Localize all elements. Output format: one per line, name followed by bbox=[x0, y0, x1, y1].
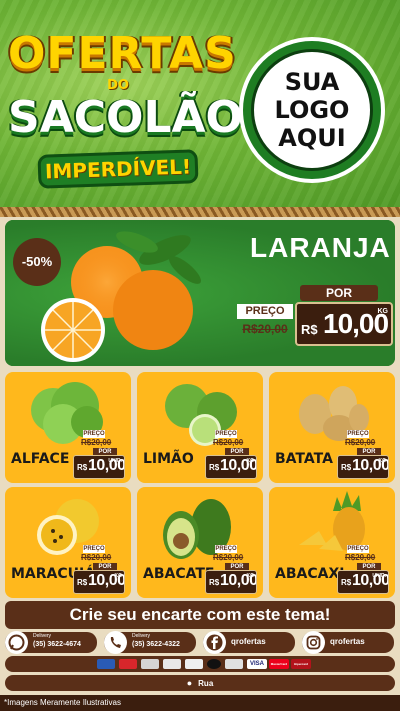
title-do: DO bbox=[107, 78, 129, 93]
logo-placeholder[interactable]: SUA LOGO AQUI bbox=[239, 37, 385, 183]
preco-label: PREÇO bbox=[215, 545, 237, 553]
contact-label: Delivery bbox=[132, 633, 151, 639]
title-ofertas: OFERTAS bbox=[8, 28, 237, 79]
featured-por-label: POR bbox=[300, 285, 378, 301]
orange-image bbox=[41, 231, 201, 362]
product-name: ALFACE bbox=[11, 451, 70, 467]
price-box: R$ 10,00 UNID. bbox=[73, 455, 125, 479]
product-card-abacate[interactable]: ABACATE PREÇO R$20,00 POR R$ 10,00 KG bbox=[137, 487, 263, 598]
facebook-icon bbox=[203, 631, 226, 654]
payment-card-icon bbox=[119, 659, 137, 669]
currency: R$ bbox=[209, 578, 220, 587]
imperdivel-badge: IMPERDÍVEL! bbox=[37, 149, 199, 189]
whatsapp-icon bbox=[5, 631, 28, 654]
social-handle: qrofertas bbox=[231, 637, 266, 646]
passion-fruit-image bbox=[37, 499, 99, 555]
address-bar[interactable]: ● Rua bbox=[5, 675, 395, 691]
pineapple-image bbox=[299, 491, 365, 551]
product-card-limao[interactable]: LIMÃO PREÇO R$20,00 POR R$ 10,00 KG bbox=[137, 372, 263, 483]
price-box: R$ 10,00 UNID. bbox=[337, 570, 389, 594]
product-name: ABACAXI bbox=[275, 566, 345, 582]
featured-currency: R$ bbox=[301, 322, 318, 337]
currency: R$ bbox=[77, 578, 88, 587]
product-card-abacaxi[interactable]: ABACAXI PREÇO R$20,00 POR R$ 10,00 UNID. bbox=[269, 487, 395, 598]
mastercard-icon: MasterCard bbox=[269, 659, 289, 669]
payment-card-icon bbox=[185, 659, 203, 669]
old-price: R$20,00 bbox=[81, 553, 112, 562]
footnote: *Imagens Meramente Ilustrativas bbox=[0, 695, 400, 711]
old-price: R$20,00 bbox=[213, 438, 244, 447]
unit: KG bbox=[246, 573, 255, 579]
payment-card-icon bbox=[97, 659, 115, 669]
title-block: OFERTAS DO SACOLÃO IMPERDÍVEL! bbox=[8, 28, 243, 189]
old-price: R$20,00 bbox=[81, 438, 112, 447]
payment-card-icon bbox=[225, 659, 243, 669]
cta-banner[interactable]: Crie seu encarte com este tema! bbox=[5, 601, 395, 629]
preco-label: PREÇO bbox=[347, 430, 369, 438]
price-box: R$ 10,00 KG bbox=[205, 455, 257, 479]
payment-methods: VISA MasterCard Hipercard bbox=[5, 656, 395, 672]
instagram-icon bbox=[302, 631, 325, 654]
unit: KG bbox=[114, 573, 123, 579]
featured-price-box: R$ 10,00 KG bbox=[295, 302, 393, 346]
logo-text-3: AQUI bbox=[278, 124, 346, 152]
rope-divider bbox=[0, 207, 400, 217]
currency: R$ bbox=[341, 463, 352, 472]
payment-card-icon bbox=[163, 659, 181, 669]
social-handle: qrofertas bbox=[330, 637, 365, 646]
featured-old-price: R$20,00 bbox=[242, 322, 288, 336]
payment-card-icon bbox=[141, 659, 159, 669]
featured-name: LARANJA bbox=[250, 232, 391, 263]
avocado-image bbox=[163, 499, 231, 559]
old-price: R$20,00 bbox=[213, 553, 244, 562]
price-box: R$ 10,00 KG bbox=[73, 570, 125, 594]
preco-label: PREÇO bbox=[83, 430, 105, 438]
price-box: R$ 10,00 KG bbox=[337, 455, 389, 479]
contact-whatsapp[interactable]: Delivery (35) 3622-4674 bbox=[5, 631, 97, 654]
currency: R$ bbox=[209, 463, 220, 472]
potato-image bbox=[299, 386, 369, 441]
product-name: BATATA bbox=[275, 451, 333, 467]
logo-text-1: SUA bbox=[284, 68, 340, 96]
discount-badge: -50% bbox=[13, 238, 61, 286]
unit: UNID. bbox=[372, 573, 386, 579]
header-banner: OFERTAS DO SACOLÃO IMPERDÍVEL! SUA LOGO … bbox=[0, 0, 400, 207]
product-card-batata[interactable]: BATATA PREÇO R$20,00 POR R$ 10,00 KG bbox=[269, 372, 395, 483]
preco-label: PREÇO bbox=[83, 545, 105, 553]
lime-image bbox=[165, 384, 237, 446]
currency: R$ bbox=[341, 578, 352, 587]
product-name: ABACATE bbox=[143, 566, 215, 582]
featured-unit: KG bbox=[377, 308, 389, 315]
hipercard-icon: Hipercard bbox=[291, 659, 311, 669]
currency: R$ bbox=[77, 463, 88, 472]
old-price: R$20,00 bbox=[345, 553, 376, 562]
contact-instagram[interactable]: qrofertas bbox=[302, 631, 394, 654]
contact-number: (35) 3622-4674 bbox=[33, 641, 81, 648]
logo-inner: SUA LOGO AQUI bbox=[251, 49, 373, 171]
price-box: R$ 10,00 KG bbox=[205, 570, 257, 594]
unit: KG bbox=[378, 458, 387, 464]
product-card-maracuja[interactable]: MARACUJÁ PREÇO R$20,00 POR R$ 10,00 KG bbox=[5, 487, 131, 598]
product-name: LIMÃO bbox=[143, 451, 194, 467]
contact-phone[interactable]: Delivery (35) 3622-4322 bbox=[104, 631, 196, 654]
featured-preco-label: PREÇO bbox=[237, 304, 293, 319]
contact-number: (35) 3622-4322 bbox=[132, 641, 180, 648]
preco-label: PREÇO bbox=[347, 545, 369, 553]
unit: UNID. bbox=[108, 458, 122, 464]
contact-facebook[interactable]: qrofertas bbox=[203, 631, 295, 654]
location-pin-icon: ● bbox=[186, 678, 193, 688]
phone-icon bbox=[104, 631, 127, 654]
contact-label: Delivery bbox=[33, 633, 52, 639]
product-card-alface[interactable]: ALFACE PREÇO R$20,00 POR R$ 10,00 UNID. bbox=[5, 372, 131, 483]
payment-card-icon bbox=[207, 659, 221, 669]
title-sacolao: SACOLÃO bbox=[8, 92, 243, 143]
unit: KG bbox=[246, 458, 255, 464]
old-price: R$20,00 bbox=[345, 438, 376, 447]
lettuce-image bbox=[31, 382, 103, 444]
preco-label: PREÇO bbox=[215, 430, 237, 438]
visa-icon: VISA bbox=[247, 659, 267, 669]
featured-product[interactable]: -50% LARANJA POR PREÇO R$20,00 R$ 10,00 … bbox=[5, 220, 395, 366]
address-text: Rua bbox=[198, 679, 214, 688]
logo-text-2: LOGO bbox=[274, 96, 350, 124]
